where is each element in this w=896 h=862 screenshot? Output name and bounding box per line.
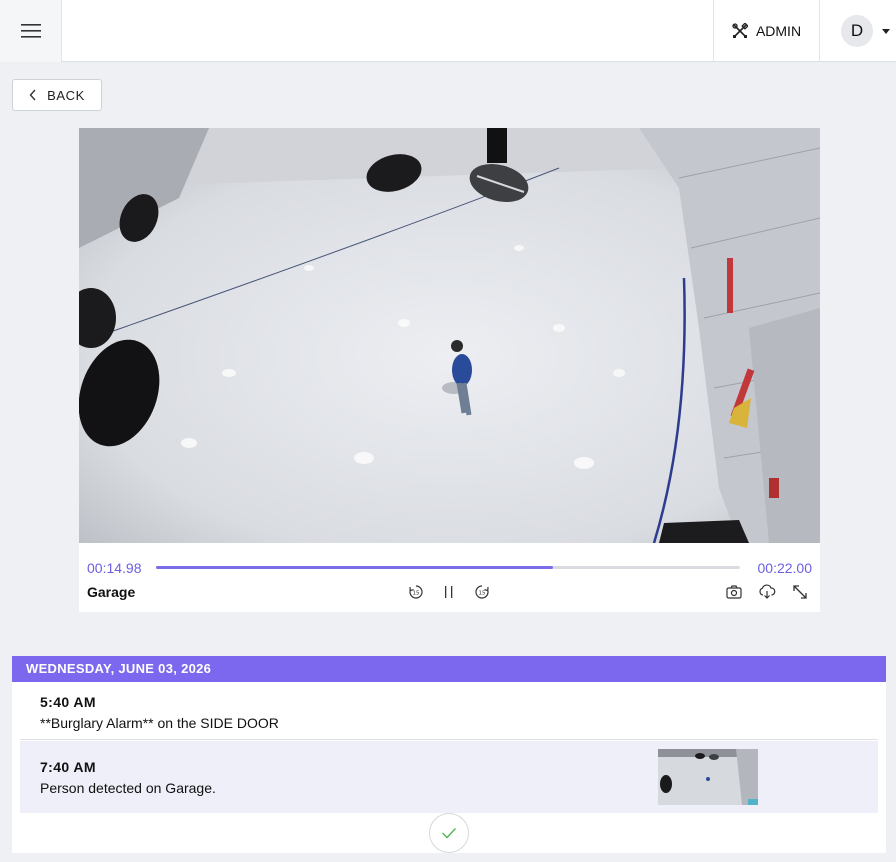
svg-text:15: 15 [413, 591, 420, 597]
svg-text:15: 15 [479, 591, 486, 597]
back-label: BACK [47, 87, 85, 103]
garage-camera-image [79, 128, 820, 543]
current-time: 00:14.98 [87, 560, 142, 576]
player-controls: 00:14.98 00:22.00 Garage 15 15 [79, 543, 820, 612]
admin-label: ADMIN [755, 23, 802, 39]
date-header: WEDNESDAY, JUNE 03, 2026 [12, 656, 886, 682]
event-description: **Burglary Alarm** on the SIDE DOOR [40, 715, 279, 731]
event-time: 5:40 AM [40, 694, 96, 710]
progress-fill [156, 566, 554, 569]
checkmark-icon [441, 827, 457, 839]
top-bar: ADMIN D [0, 0, 896, 62]
avatar[interactable]: D [841, 15, 873, 47]
list-item[interactable]: 7:40 AM Person detected on Garage. [20, 741, 878, 813]
avatar-initial: D [850, 21, 864, 40]
rewind-15-icon[interactable]: 15 [407, 583, 425, 601]
total-time: 00:22.00 [757, 560, 813, 576]
event-time: 7:40 AM [40, 759, 96, 775]
download-icon[interactable] [758, 583, 776, 601]
forward-15-icon[interactable]: 15 [473, 583, 491, 601]
tools-icon [732, 23, 748, 38]
progress-slider[interactable] [156, 566, 740, 569]
event-thumbnail[interactable] [658, 749, 758, 805]
hamburger-icon [20, 24, 41, 38]
pause-icon[interactable] [440, 583, 458, 601]
chevron-down-icon[interactable] [882, 28, 890, 34]
menu-button[interactable] [0, 0, 62, 62]
event-description: Person detected on Garage. [40, 780, 216, 796]
video-frame[interactable] [79, 128, 820, 543]
list-item[interactable]: 5:40 AM **Burglary Alarm** on the SIDE D… [20, 682, 878, 740]
admin-button[interactable]: ADMIN [713, 0, 819, 62]
camera-name: Garage [87, 584, 136, 600]
chevron-left-icon [29, 89, 36, 101]
fullscreen-icon[interactable] [791, 583, 809, 601]
acknowledge-button[interactable] [429, 813, 469, 853]
snapshot-icon[interactable] [725, 583, 743, 601]
user-menu[interactable]: D [819, 0, 896, 62]
garage-thumbnail-image [658, 749, 758, 805]
back-button[interactable]: BACK [12, 79, 102, 111]
